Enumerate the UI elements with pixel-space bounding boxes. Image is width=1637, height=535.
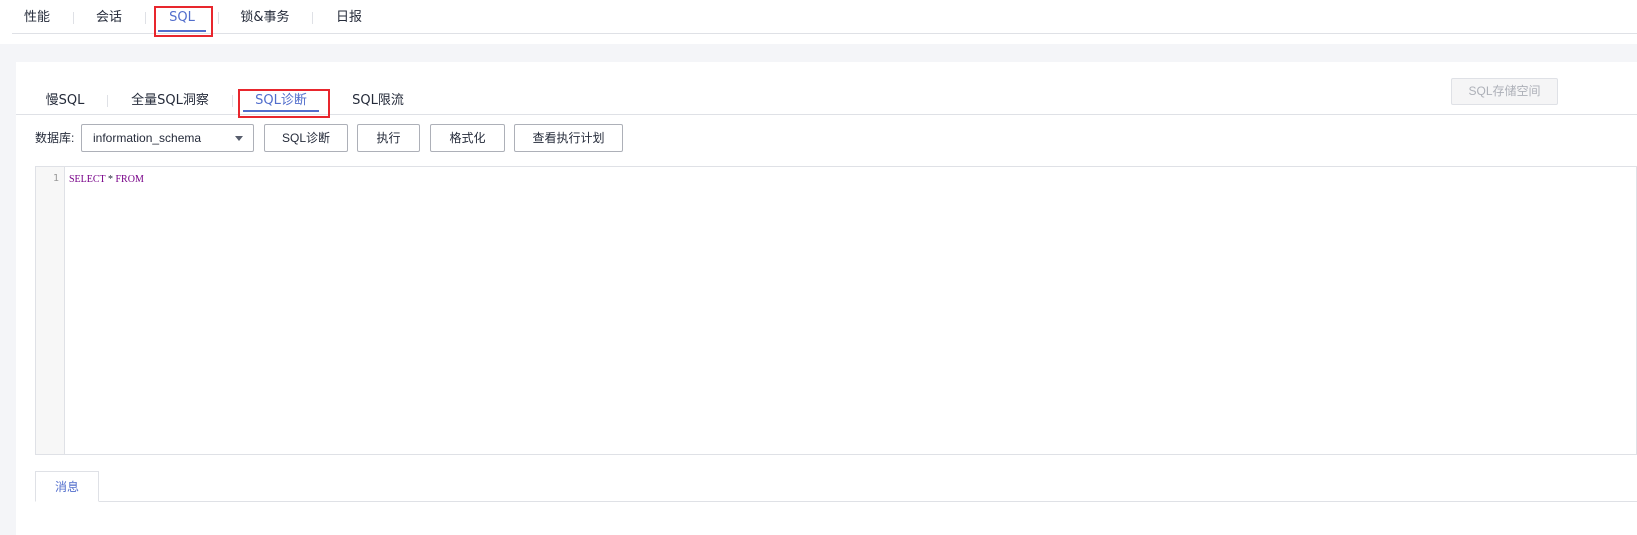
top-tabs: 性能 会话 SQL 锁&事务 日报: [12, 0, 1637, 34]
keyword-select: SELECT: [69, 174, 106, 185]
view-execution-plan-button[interactable]: 查看执行计划: [514, 124, 623, 152]
tab-separator: [145, 12, 146, 24]
tab-separator: [73, 12, 74, 24]
editor-gutter: 1: [36, 167, 65, 454]
top-bar: 性能 会话 SQL 锁&事务 日报: [0, 0, 1637, 44]
tab-separator: [107, 95, 108, 107]
execute-button[interactable]: 执行: [357, 124, 420, 152]
database-select-value: information_schema: [93, 131, 202, 145]
sql-panel: 慢SQL 全量SQL洞察 SQL诊断 SQL限流 SQL存储空间 数据库: in…: [16, 62, 1637, 535]
caret-down-icon: [235, 136, 243, 141]
tab-separator: [218, 12, 219, 24]
highlight-box-sql: [154, 6, 213, 37]
line-number: 1: [52, 173, 59, 184]
tab-separator: [312, 12, 313, 24]
tab-performance[interactable]: 性能: [20, 8, 54, 28]
sql-diagnose-button[interactable]: SQL诊断: [264, 124, 348, 152]
database-select[interactable]: information_schema: [81, 124, 254, 152]
tab-messages[interactable]: 消息: [35, 471, 99, 502]
highlight-box-sql-diagnosis: [238, 89, 330, 118]
tab-daily-report[interactable]: 日报: [331, 8, 367, 28]
sql-storage-button[interactable]: SQL存储空间: [1451, 78, 1558, 105]
database-label: 数据库:: [35, 131, 75, 145]
code-line[interactable]: SELECT * FROM: [69, 173, 144, 186]
subtab-full-sql-insight[interactable]: 全量SQL洞察: [129, 91, 211, 111]
keyword-from: FROM: [115, 174, 144, 185]
tab-separator: [232, 95, 233, 107]
format-button[interactable]: 格式化: [430, 124, 505, 152]
subtab-sql-throttling[interactable]: SQL限流: [350, 91, 406, 111]
operator-star: *: [107, 174, 113, 185]
subtab-slow-sql[interactable]: 慢SQL: [42, 91, 88, 111]
tab-locks-transactions[interactable]: 锁&事务: [234, 8, 296, 28]
sql-editor[interactable]: 1 SELECT * FROM: [35, 166, 1637, 455]
result-tabs: 消息: [35, 471, 1637, 502]
tab-session[interactable]: 会话: [92, 8, 126, 28]
